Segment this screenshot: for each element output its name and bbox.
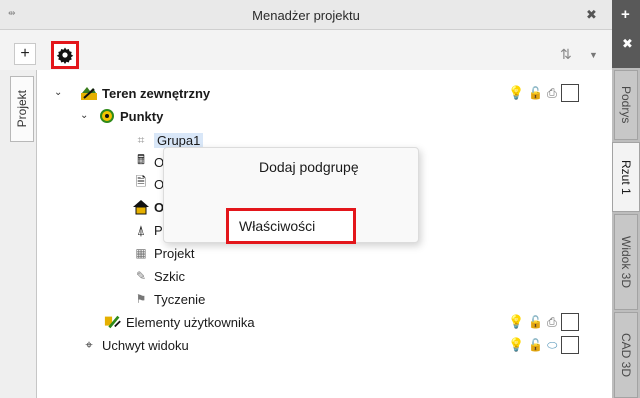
tree-item-projekt[interactable]: ▦ Projekt bbox=[132, 242, 194, 264]
tab-rzut-1[interactable]: Rzut 1 bbox=[612, 142, 640, 212]
collapse-chevron-icon[interactable]: ⌄ bbox=[80, 110, 88, 121]
lock-icon[interactable]: 🔓 bbox=[528, 86, 543, 100]
visibility-checkbox[interactable] bbox=[561, 336, 580, 354]
points-icon bbox=[98, 107, 116, 125]
menu-item-label: Właściwości bbox=[239, 218, 316, 234]
bulb-icon[interactable]: 💡 bbox=[508, 314, 524, 330]
tree-item-label: Punkty bbox=[120, 108, 164, 124]
user-elements-icon bbox=[104, 313, 122, 331]
toolbar bbox=[0, 30, 612, 62]
print-icon[interactable]: ⎙ bbox=[547, 315, 557, 330]
calculator-icon: 🖩 bbox=[137, 152, 145, 167]
tab-cad-3d[interactable]: CAD 3D bbox=[614, 312, 638, 398]
bulb-icon[interactable]: 💡 bbox=[508, 337, 524, 353]
tab-podrys[interactable]: Podrys bbox=[614, 70, 638, 140]
row-controls: 💡 🔓 ⬭ bbox=[508, 336, 580, 354]
project-manager-panel: ⇹ Menadżer projektu ✖ + ✖ Podrys Rzut 1 … bbox=[0, 0, 640, 398]
tree-item-label: Elementy użytkownika bbox=[126, 314, 255, 330]
print-icon[interactable]: ⎙ bbox=[547, 86, 557, 101]
tab-widok-3d[interactable]: Widok 3D bbox=[614, 214, 638, 310]
tree-item-szkic[interactable]: ✎ Szkic bbox=[132, 265, 185, 287]
close-strip-icon[interactable]: ✖ bbox=[622, 36, 633, 52]
right-strip-header: + ✖ bbox=[612, 0, 640, 68]
settings-button[interactable] bbox=[51, 41, 79, 69]
tree-item-label: Tyczenie bbox=[154, 291, 206, 307]
group-icon: ⌗ bbox=[137, 132, 145, 147]
lock-icon[interactable]: 🔓 bbox=[528, 315, 543, 329]
tripod-icon: ⍋ bbox=[136, 221, 146, 238]
tree-item-punkty[interactable]: Punkty bbox=[98, 105, 163, 127]
eraser-icon[interactable]: ⬭ bbox=[547, 338, 557, 353]
project-icon: ▦ bbox=[135, 246, 147, 260]
panel-title: Menadżer projektu bbox=[252, 8, 360, 23]
tree-item-elementy[interactable]: Elementy użytkownika bbox=[104, 311, 255, 333]
title-bar: ⇹ Menadżer projektu ✖ bbox=[0, 0, 612, 30]
view-handle-icon: ⌖ bbox=[85, 337, 93, 352]
sketch-icon: ✎ bbox=[135, 269, 147, 283]
sort-icon[interactable]: ⇅ bbox=[560, 46, 572, 63]
pin-plus-icon[interactable]: + bbox=[621, 6, 630, 23]
tree-item-label: Uchwyt widoku bbox=[102, 337, 189, 353]
row-controls: 💡 🔓 ⎙ bbox=[508, 84, 579, 102]
tree-item-uchwyt[interactable]: ⌖ Uchwyt widoku bbox=[80, 334, 189, 356]
gear-icon bbox=[56, 47, 74, 64]
stakeout-icon: ⚑ bbox=[135, 292, 147, 306]
tree-item-teren[interactable]: Teren zewnętrzny bbox=[80, 82, 210, 104]
add-button[interactable]: + bbox=[14, 43, 36, 65]
document-icon: 🗎 bbox=[135, 174, 147, 189]
tree-item-tyczenie[interactable]: ⚑ Tyczenie bbox=[132, 288, 206, 310]
menu-item-dodaj-podgrupe[interactable]: Dodaj podgrupę bbox=[259, 159, 359, 175]
tree-item-label: Grupa1 bbox=[154, 132, 204, 148]
visibility-checkbox[interactable] bbox=[560, 84, 579, 102]
bulb-icon[interactable]: 💡 bbox=[508, 85, 524, 101]
close-icon[interactable]: ✖ bbox=[586, 7, 597, 23]
tree-item-label: Szkic bbox=[154, 268, 186, 284]
tab-projekt[interactable]: Projekt bbox=[10, 76, 34, 142]
tree-item-label: Teren zewnętrzny bbox=[102, 85, 211, 101]
row-controls: 💡 🔓 ⎙ bbox=[508, 313, 579, 331]
chevron-down-icon[interactable]: ▼ bbox=[589, 50, 598, 60]
menu-item-wlasciwosci[interactable]: Właściwości bbox=[226, 208, 356, 244]
lock-icon[interactable]: 🔓 bbox=[528, 338, 543, 352]
terrain-icon bbox=[80, 84, 98, 102]
right-tab-strip: + ✖ Podrys Rzut 1 Widok 3D CAD 3D bbox=[612, 0, 640, 398]
house-icon bbox=[132, 198, 150, 216]
visibility-checkbox[interactable] bbox=[560, 313, 579, 331]
collapse-chevron-icon[interactable]: ⌄ bbox=[54, 87, 62, 98]
tree-item-label: Projekt bbox=[154, 245, 195, 261]
